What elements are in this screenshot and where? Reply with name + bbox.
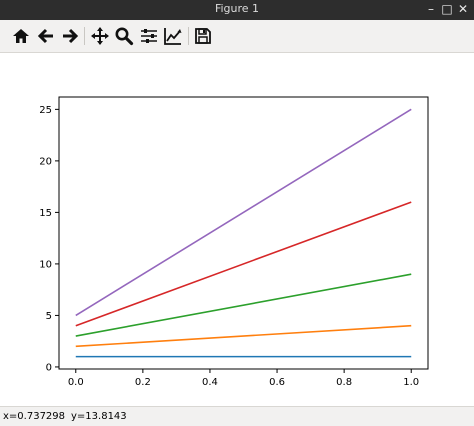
floppy-disk-icon bbox=[195, 28, 211, 44]
forward-button[interactable] bbox=[58, 24, 82, 48]
edit-axes-button[interactable] bbox=[161, 24, 185, 48]
y-tick-label: 5 bbox=[46, 311, 52, 322]
move-icon bbox=[91, 27, 109, 45]
home-button[interactable] bbox=[9, 24, 33, 48]
x-tick-label: 1.0 bbox=[403, 377, 419, 388]
toolbar-separator bbox=[188, 27, 189, 45]
y-tick-label: 20 bbox=[39, 156, 52, 167]
zoom-icon bbox=[115, 27, 134, 46]
x-tick-label: 0.8 bbox=[336, 377, 352, 388]
cursor-y-readout: y=13.8143 bbox=[71, 411, 127, 422]
toolbar-separator bbox=[84, 27, 85, 45]
y-tick-label: 25 bbox=[39, 105, 52, 116]
status-bar: x=0.737298 y=13.8143 bbox=[0, 406, 474, 426]
arrow-right-icon bbox=[63, 28, 79, 44]
sliders-icon bbox=[141, 29, 157, 43]
x-tick-label: 0.6 bbox=[269, 377, 285, 388]
navigation-toolbar bbox=[0, 20, 474, 53]
x-tick-label: 0.2 bbox=[135, 377, 151, 388]
zoom-button[interactable] bbox=[112, 24, 136, 48]
series-line-4 bbox=[75, 201, 412, 327]
line-chart[interactable]: 0.0 0.2 0.4 0.6 0.8 1.0 0 5 10 15 20 25 bbox=[0, 53, 474, 406]
window-titlebar: Figure 1 – □ ✕ bbox=[0, 0, 474, 20]
minimize-button[interactable]: – bbox=[423, 1, 439, 17]
chart-line-icon bbox=[164, 28, 182, 45]
back-button[interactable] bbox=[34, 24, 58, 48]
y-tick-label: 0 bbox=[46, 362, 52, 373]
maximize-button[interactable]: □ bbox=[439, 1, 455, 17]
cursor-x-readout: x=0.737298 bbox=[3, 411, 66, 422]
window-title: Figure 1 bbox=[214, 2, 260, 15]
pan-button[interactable] bbox=[88, 24, 112, 48]
arrow-left-icon bbox=[37, 28, 53, 44]
figure-canvas[interactable]: 0.0 0.2 0.4 0.6 0.8 1.0 0 5 10 15 20 25 bbox=[0, 53, 474, 406]
y-tick-label: 10 bbox=[39, 259, 52, 270]
series-line-5 bbox=[75, 108, 412, 317]
series-line-2 bbox=[75, 324, 412, 348]
home-icon bbox=[13, 29, 29, 43]
close-button[interactable]: ✕ bbox=[455, 1, 471, 17]
save-button[interactable] bbox=[191, 24, 215, 48]
x-tick-label: 0.4 bbox=[202, 377, 218, 388]
x-tick-label: 0.0 bbox=[68, 377, 84, 388]
y-tick-label: 15 bbox=[39, 208, 52, 219]
series-line-3 bbox=[75, 273, 412, 337]
subplots-button[interactable] bbox=[137, 24, 161, 48]
